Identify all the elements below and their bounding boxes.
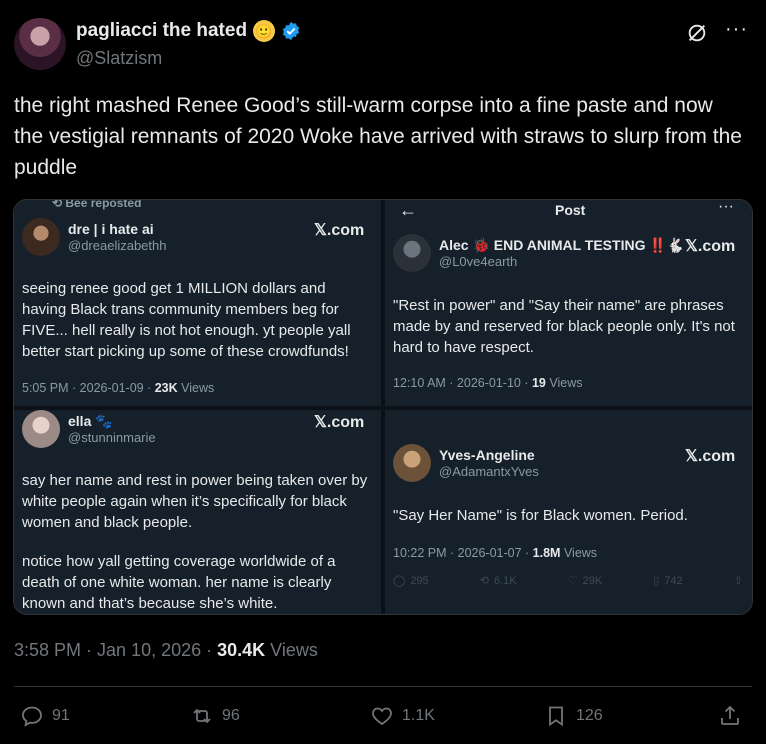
repost-button[interactable]: 96 (190, 704, 240, 728)
quote-author-name: dre | i hate ai (68, 221, 154, 237)
tweet-header: pagliacci the hated 🙂 @Slatzism ··· (14, 14, 752, 74)
quote-reply-count: ◯ 295 (393, 574, 429, 588)
views-count: 30.4K (217, 640, 266, 660)
repost-label: ⟲ Bee reposted (52, 200, 142, 210)
x-com-watermark: 𝕏.com (685, 238, 736, 255)
author-name-row: pagliacci the hated 🙂 (76, 20, 301, 42)
x-com-watermark: 𝕏.com (685, 448, 736, 465)
x-com-watermark: 𝕏.com (314, 222, 365, 239)
quote-meta: 5:05 PM · 2026-01-09 · 23K Views (22, 381, 215, 395)
quote-action-bar: ◯ 295 ⟲ 6.1K ♡ 29K ▯ 742 ⇧ (393, 574, 743, 588)
quoted-image-collage[interactable]: ⟲ Bee reposted dre | i hate ai @dreaeliz… (13, 199, 753, 615)
repost-icon (193, 708, 211, 724)
quote-panel-bottom-left: ella 🐾 @stunninmarie 𝕏.com say her name … (14, 410, 381, 614)
quote-body-paragraph-2: notice how yall getting coverage worldwi… (22, 553, 336, 612)
author-handle[interactable]: @Slatzism (76, 48, 162, 69)
quote-panel-bottom-right: Yves-Angeline @AdamantxYves 𝕏.com "Say H… (385, 410, 752, 614)
more-options-icon[interactable]: ··· (725, 18, 748, 41)
bookmark-count: 126 (576, 707, 603, 724)
like-count: 1.1K (402, 707, 435, 724)
author-avatar[interactable] (14, 18, 66, 70)
quote-body-paragraph-1: say her name and rest in power being tak… (22, 472, 368, 531)
quote-body: "Rest in power" and "Say their name" are… (393, 297, 735, 356)
tweet-text: the right mashed Renee Good’s still-warm… (14, 94, 742, 179)
like-button[interactable]: 1.1K (370, 704, 435, 728)
back-arrow-icon: ← (399, 200, 417, 220)
timestamp-text[interactable]: 3:58 PM · Jan 10, 2026 · (14, 640, 217, 660)
quote-repost-count: ⟲ 6.1K (479, 574, 517, 588)
tweet-action-bar: 91 96 1.1K 126 (14, 704, 752, 734)
repost-count: 96 (222, 707, 240, 724)
quote-panel-top-right: ← Post ··· Alec 🐞 END ANIMAL TESTING ‼️🐇… (385, 200, 752, 406)
avatar (393, 234, 431, 272)
quote-meta: 10:22 PM · 2026-01-07 · 1.8M Views (393, 546, 598, 560)
quote-author-handle: @dreaelizabethh (68, 238, 167, 253)
quote-author-handle: @L0ve4earth (439, 254, 518, 269)
quote-body: "Say Her Name" is for Black women. Perio… (393, 507, 688, 524)
bookmark-button[interactable]: 126 (544, 704, 603, 728)
bookmark-icon (549, 706, 563, 727)
views-label: Views (265, 640, 318, 660)
x-com-watermark: 𝕏.com (314, 414, 365, 431)
avatar (22, 410, 60, 448)
author-display-name[interactable]: pagliacci the hated (76, 20, 247, 42)
divider (14, 686, 752, 687)
reply-icon (22, 706, 42, 727)
grok-icon[interactable] (686, 22, 708, 44)
reply-button[interactable]: 91 (20, 704, 70, 728)
quote-author-name: Yves-Angeline (439, 447, 535, 463)
quote-bookmark-count: ▯ 742 (653, 574, 683, 588)
smiley-emoji-icon: 🙂 (253, 20, 276, 42)
quote-body: seeing renee good get 1 MILLION dollars … (22, 280, 351, 360)
post-topbar: ← Post ··· (385, 200, 752, 220)
share-button[interactable] (718, 704, 742, 728)
more-options-icon: ··· (718, 200, 734, 215)
quote-author-handle: @stunninmarie (68, 430, 156, 445)
post-title: Post (555, 202, 586, 218)
heart-icon (372, 707, 392, 726)
quote-author-name: Alec 🐞 END ANIMAL TESTING ‼️🐇 (439, 237, 685, 253)
avatar (393, 444, 431, 482)
collage-divider-horizontal (14, 406, 752, 410)
verified-badge-icon (282, 21, 300, 41)
quote-panel-top-left: ⟲ Bee reposted dre | i hate ai @dreaeliz… (14, 200, 381, 406)
tweet-timestamp: 3:58 PM · Jan 10, 2026 · 30.4K Views (14, 640, 318, 661)
share-icon: ⇧ (733, 575, 743, 587)
quote-author-name: ella 🐾 (68, 413, 113, 429)
quote-meta: 12:10 AM · 2026-01-10 · 19 Views (393, 376, 583, 390)
share-icon (721, 705, 739, 725)
avatar (22, 218, 60, 256)
quote-author-handle: @AdamantxYves (439, 464, 539, 479)
quote-like-count: ♡ 29K (567, 574, 603, 588)
reply-count: 91 (52, 707, 70, 724)
